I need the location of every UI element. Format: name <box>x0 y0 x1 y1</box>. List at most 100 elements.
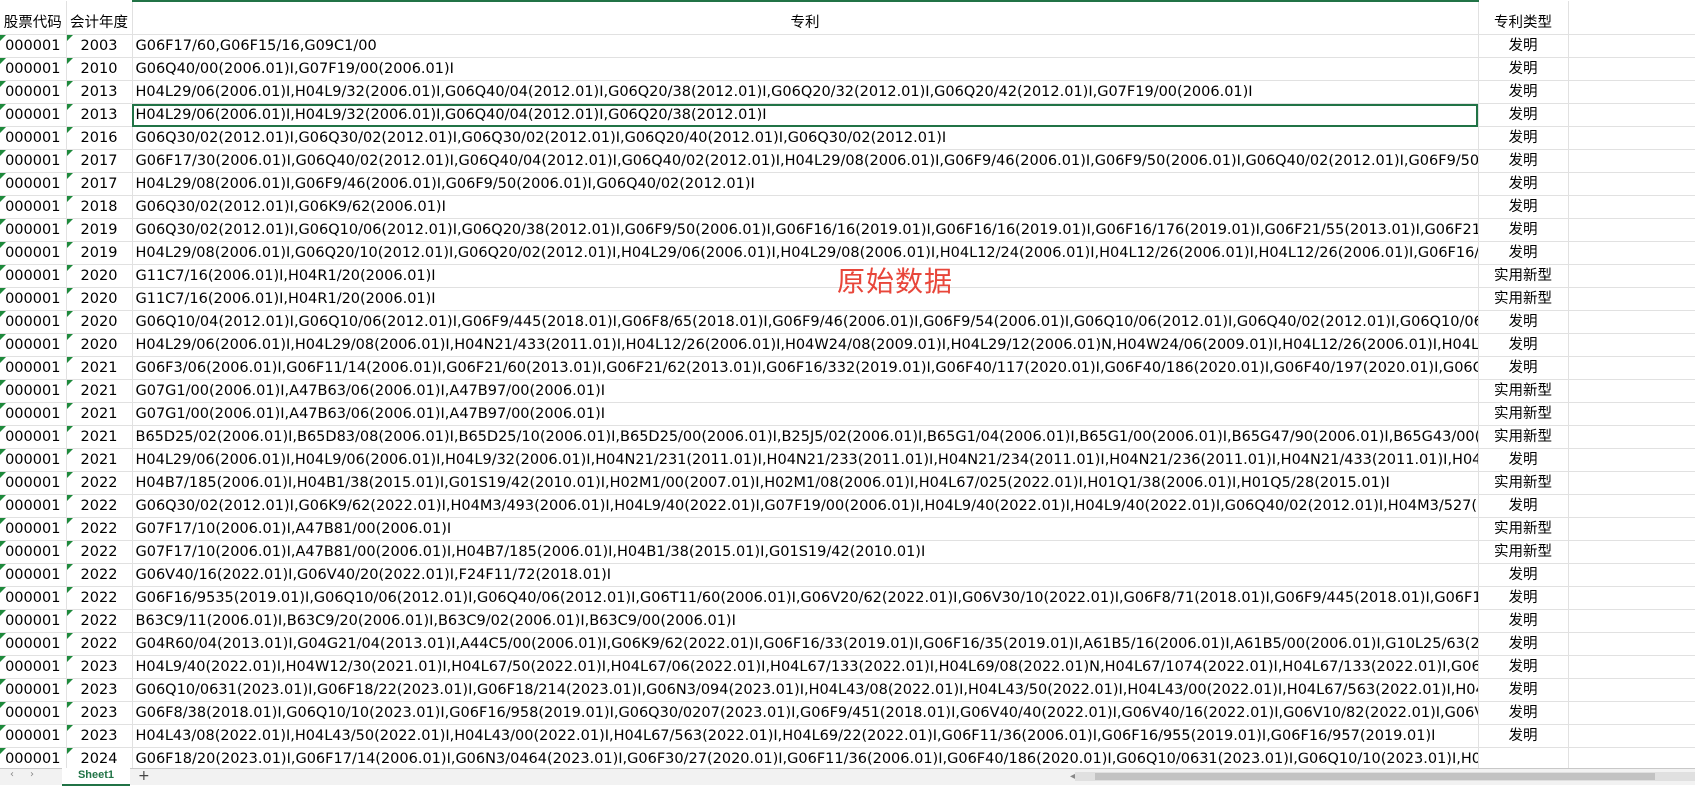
patent-type-cell[interactable]: 发明 <box>1478 218 1569 242</box>
fiscal-year-cell[interactable]: 2022 <box>66 471 133 495</box>
patent-type-cell[interactable]: 发明 <box>1478 333 1569 357</box>
patent-cell[interactable]: G07G1/00(2006.01)I,A47B63/06(2006.01)I,A… <box>132 379 1479 403</box>
stock-code-cell[interactable]: 000001 <box>0 701 67 725</box>
patent-type-cell[interactable]: 实用新型 <box>1478 402 1569 426</box>
fiscal-year-cell[interactable]: 2021 <box>66 356 133 380</box>
empty-cell[interactable] <box>1568 80 1695 104</box>
stock-code-cell[interactable]: 000001 <box>0 287 67 311</box>
patent-type-cell[interactable]: 发明 <box>1478 586 1569 610</box>
patent-type-cell[interactable]: 实用新型 <box>1478 379 1569 403</box>
patent-cell[interactable]: H04L43/08(2022.01)I,H04L43/50(2022.01)I,… <box>132 724 1479 748</box>
empty-cell[interactable] <box>1568 517 1695 541</box>
patent-type-cell[interactable]: 发明 <box>1478 241 1569 265</box>
fiscal-year-cell[interactable]: 2022 <box>66 632 133 656</box>
empty-cell[interactable] <box>1568 609 1695 633</box>
empty-cell[interactable] <box>1568 563 1695 587</box>
patent-cell[interactable]: H04L29/06(2006.01)I,H04L9/32(2006.01)I,G… <box>132 80 1479 104</box>
empty-cell[interactable] <box>1568 218 1695 242</box>
patent-cell[interactable]: G06Q10/0631(2023.01)I,G06F18/22(2023.01)… <box>132 678 1479 702</box>
patent-type-cell[interactable]: 发明 <box>1478 310 1569 334</box>
scrollbar-thumb[interactable] <box>1095 773 1655 780</box>
empty-cell[interactable] <box>1568 172 1695 196</box>
patent-type-cell[interactable]: 实用新型 <box>1478 425 1569 449</box>
empty-cell[interactable] <box>1568 333 1695 357</box>
patent-type-cell[interactable]: 发明 <box>1478 632 1569 656</box>
stock-code-cell[interactable]: 000001 <box>0 747 67 768</box>
empty-cell[interactable] <box>1568 126 1695 150</box>
fiscal-year-cell[interactable]: 2022 <box>66 517 133 541</box>
empty-cell[interactable] <box>1568 402 1695 426</box>
stock-code-cell[interactable]: 000001 <box>0 195 67 219</box>
fiscal-year-cell[interactable]: 2013 <box>66 80 133 104</box>
empty-cell[interactable] <box>1568 632 1695 656</box>
patent-type-cell[interactable]: 发明 <box>1478 172 1569 196</box>
patent-type-cell[interactable]: 发明 <box>1478 34 1569 58</box>
patent-type-cell[interactable]: 发明 <box>1478 655 1569 679</box>
add-sheet-button[interactable]: + <box>138 768 150 784</box>
stock-code-cell[interactable]: 000001 <box>0 172 67 196</box>
empty-cell[interactable] <box>1568 425 1695 449</box>
patent-cell[interactable]: G07F17/10(2006.01)I,A47B81/00(2006.01)I,… <box>132 540 1479 564</box>
patent-cell[interactable]: G07G1/00(2006.01)I,A47B63/06(2006.01)I,A… <box>132 402 1479 426</box>
stock-code-cell[interactable]: 000001 <box>0 264 67 288</box>
patent-type-cell[interactable]: 实用新型 <box>1478 287 1569 311</box>
empty-cell[interactable] <box>1568 448 1695 472</box>
horizontal-scrollbar[interactable] <box>1075 772 1695 781</box>
patent-type-cell[interactable]: 发明 <box>1478 356 1569 380</box>
stock-code-cell[interactable]: 000001 <box>0 218 67 242</box>
fiscal-year-cell[interactable]: 2016 <box>66 126 133 150</box>
spreadsheet-grid[interactable]: 股票代码 会计年度 专利 专利类型 000001 2003 G06F17/60,G0… <box>0 0 1695 768</box>
fiscal-year-cell[interactable]: 2010 <box>66 57 133 81</box>
empty-column-header[interactable] <box>1568 12 1695 35</box>
patent-type-cell[interactable]: 实用新型 <box>1478 540 1569 564</box>
patent-cell[interactable]: G06Q30/02(2012.01)I,G06K9/62(2022.01)I,H… <box>132 494 1479 518</box>
patent-type-cell[interactable]: 实用新型 <box>1478 517 1569 541</box>
stock-code-cell[interactable]: 000001 <box>0 517 67 541</box>
patent-cell[interactable]: H04B7/185(2006.01)I,H04B1/38(2015.01)I,G… <box>132 471 1479 495</box>
patent-type-cell[interactable]: 发明 <box>1478 448 1569 472</box>
patent-cell[interactable]: G06F17/30(2006.01)I,G06Q40/02(2012.01)I,… <box>132 149 1479 173</box>
empty-cell[interactable] <box>1568 586 1695 610</box>
patent-type-cell[interactable]: 发明 <box>1478 494 1569 518</box>
stock-code-cell[interactable]: 000001 <box>0 609 67 633</box>
fiscal-year-cell[interactable]: 2022 <box>66 563 133 587</box>
tab-sheet1[interactable]: Sheet1 <box>62 768 130 786</box>
stock-code-cell[interactable]: 000001 <box>0 103 67 127</box>
fiscal-year-cell[interactable]: 2021 <box>66 379 133 403</box>
stock-code-cell[interactable]: 000001 <box>0 34 67 58</box>
fiscal-year-cell[interactable]: 2019 <box>66 241 133 265</box>
empty-cell[interactable] <box>1568 287 1695 311</box>
stock-code-cell[interactable]: 000001 <box>0 448 67 472</box>
stock-code-cell[interactable]: 000001 <box>0 678 67 702</box>
patent-cell[interactable]: H04L29/06(2006.01)I,H04L9/32(2006.01)I,G… <box>132 103 1479 127</box>
stock-code-cell[interactable]: 000001 <box>0 241 67 265</box>
patent-cell[interactable]: G06F16/9535(2019.01)I,G06Q10/06(2012.01)… <box>132 586 1479 610</box>
patent-cell[interactable]: G06F17/60,G06F15/16,G09C1/00 <box>132 34 1479 58</box>
stock-code-cell[interactable]: 000001 <box>0 586 67 610</box>
fiscal-year-cell[interactable]: 2020 <box>66 287 133 311</box>
patent-type-cell[interactable]: 发明 <box>1478 57 1569 81</box>
stock-code-cell[interactable]: 000001 <box>0 655 67 679</box>
stock-code-cell[interactable]: 000001 <box>0 632 67 656</box>
patent-cell[interactable]: H04L29/06(2006.01)I,H04L9/06(2006.01)I,H… <box>132 448 1479 472</box>
empty-cell[interactable] <box>1568 655 1695 679</box>
stock-code-cell[interactable]: 000001 <box>0 494 67 518</box>
patent-cell[interactable]: G06Q30/02(2012.01)I,G06K9/62(2006.01)I <box>132 195 1479 219</box>
stock-code-cell[interactable]: 000001 <box>0 540 67 564</box>
header-patent-type[interactable]: 专利类型 <box>1478 12 1569 35</box>
patent-cell[interactable]: H04L29/08(2006.01)I,G06Q20/10(2012.01)I,… <box>132 241 1479 265</box>
patent-type-cell[interactable]: 实用新型 <box>1478 471 1569 495</box>
empty-cell[interactable] <box>1568 724 1695 748</box>
stock-code-cell[interactable]: 000001 <box>0 126 67 150</box>
fiscal-year-cell[interactable]: 2022 <box>66 494 133 518</box>
stock-code-cell[interactable]: 000001 <box>0 333 67 357</box>
fiscal-year-cell[interactable]: 2024 <box>66 747 133 768</box>
fiscal-year-cell[interactable]: 2021 <box>66 402 133 426</box>
empty-cell[interactable] <box>1568 356 1695 380</box>
patent-cell[interactable]: B63C9/11(2006.01)I,B63C9/20(2006.01)I,B6… <box>132 609 1479 633</box>
empty-cell[interactable] <box>1568 149 1695 173</box>
fiscal-year-cell[interactable]: 2022 <box>66 586 133 610</box>
fiscal-year-cell[interactable]: 2021 <box>66 425 133 449</box>
empty-cell[interactable] <box>1568 34 1695 58</box>
patent-type-cell[interactable]: 发明 <box>1478 103 1569 127</box>
